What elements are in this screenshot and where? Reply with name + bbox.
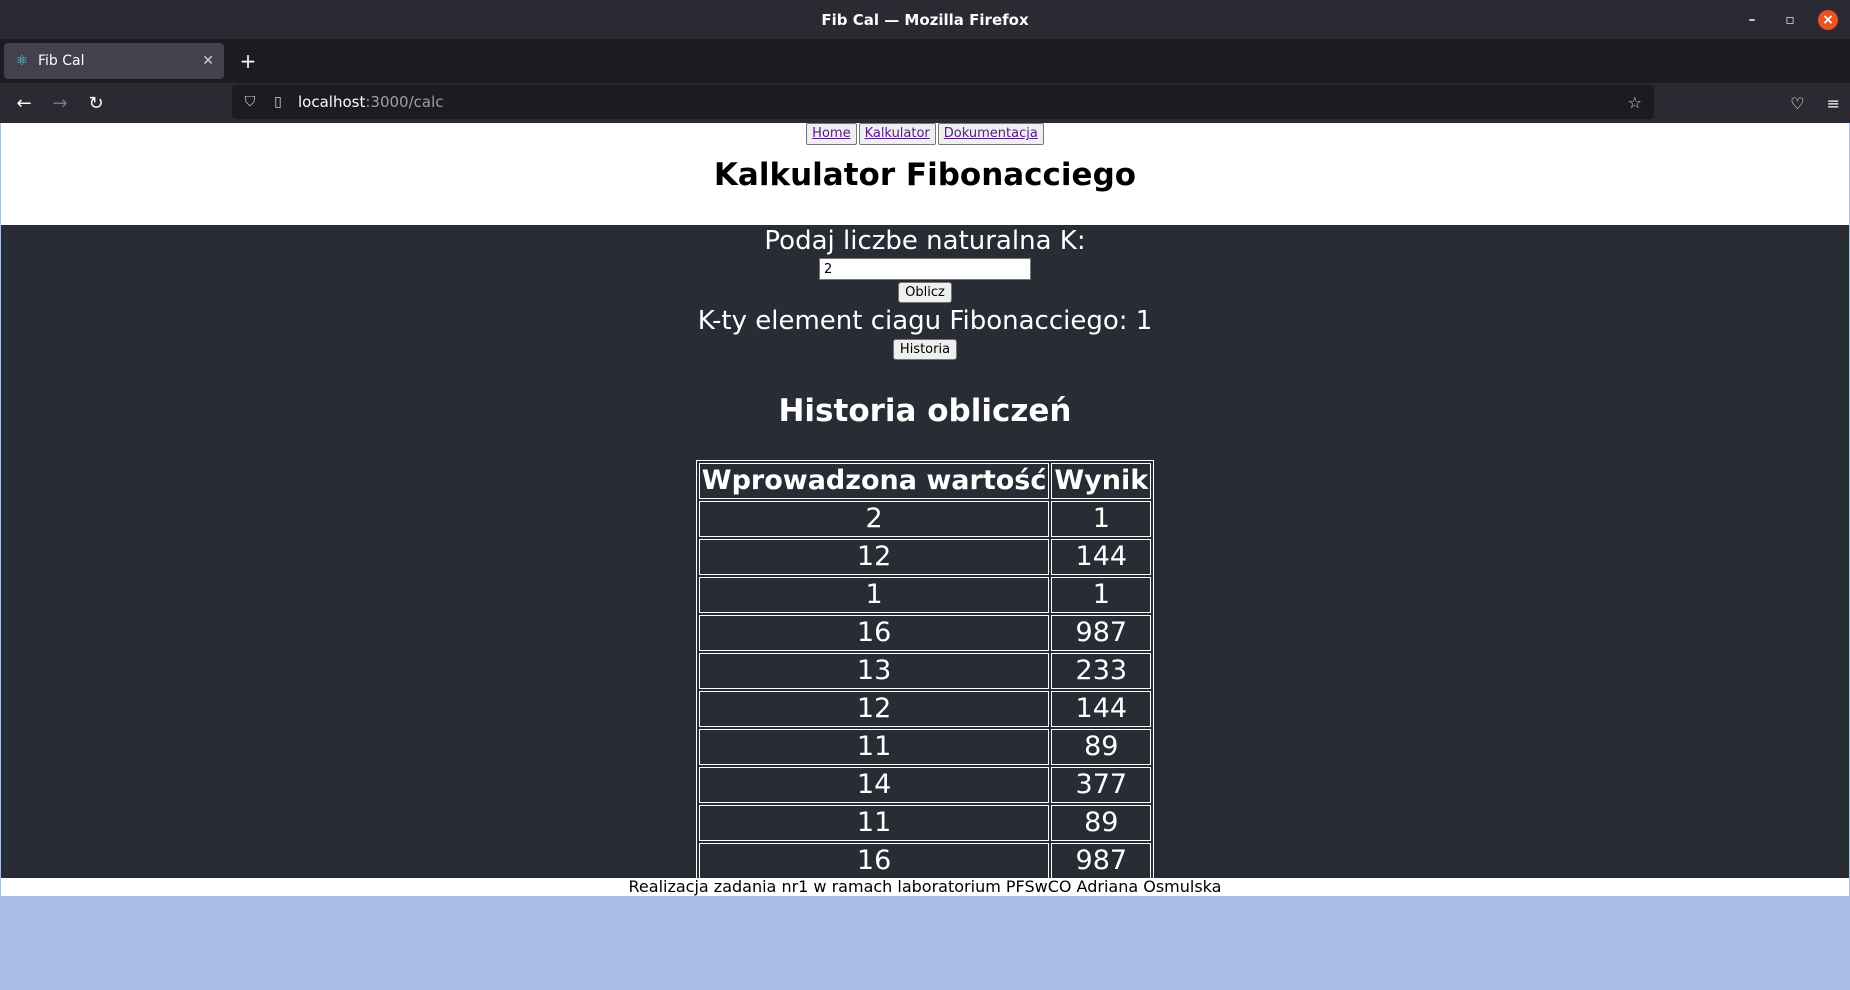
- cell-input-value: 12: [698, 691, 1050, 727]
- column-header-input: Wprowadzona wartość: [698, 463, 1050, 499]
- navigation-toolbar: ← → ↻ ⛉ ▯ localhost:3000/calc ☆ ♡ ≡: [0, 83, 1850, 123]
- window-titlebar: Fib Cal — Mozilla Firefox – ▫ ×: [0, 0, 1850, 39]
- k-input[interactable]: [819, 258, 1031, 280]
- forward-icon[interactable]: →: [42, 85, 78, 121]
- table-row: 12 144: [698, 691, 1152, 727]
- cell-result: 1: [1051, 577, 1152, 613]
- cell-input-value: 14: [698, 767, 1050, 803]
- cell-input-value: 16: [698, 843, 1050, 879]
- history-table: Wprowadzona wartość Wynik 2 1 12 144 1 1 16 987…: [695, 460, 1155, 882]
- tab-bar: ⚛ Fib Cal ✕ +: [0, 39, 1850, 83]
- pocket-icon[interactable]: ♡: [1790, 94, 1804, 113]
- cell-result: 144: [1051, 691, 1152, 727]
- table-row: 11 89: [698, 805, 1152, 841]
- cell-result: 987: [1051, 843, 1152, 879]
- close-tab-icon[interactable]: ✕: [202, 53, 214, 69]
- table-row: 13 233: [698, 653, 1152, 689]
- cell-input-value: 11: [698, 805, 1050, 841]
- table-row: 12 144: [698, 539, 1152, 575]
- url-host: localhost: [298, 93, 366, 111]
- cell-result: 89: [1051, 805, 1152, 841]
- menu-link-calculator[interactable]: Kalkulator: [858, 123, 936, 145]
- table-row: 16 987: [698, 843, 1152, 879]
- column-header-result: Wynik: [1051, 463, 1152, 499]
- page-viewport: Home Kalkulator Dokumentacja Kalkulator …: [0, 123, 1850, 990]
- history-title: Historia obliczeń: [778, 393, 1072, 429]
- react-favicon-icon: ⚛: [15, 53, 29, 69]
- menu-link-home[interactable]: Home: [806, 123, 857, 145]
- shield-icon[interactable]: ⛉: [242, 94, 258, 110]
- cell-result: 987: [1051, 615, 1152, 651]
- table-row: 14 377: [698, 767, 1152, 803]
- table-row: 21: [698, 501, 1152, 537]
- cell-input-value: 11: [698, 729, 1050, 765]
- table-row: 16 987: [698, 615, 1152, 651]
- cell-input-value: 1: [698, 577, 1050, 613]
- back-icon[interactable]: ←: [6, 85, 42, 121]
- table-header-row: Wprowadzona wartość Wynik: [698, 463, 1152, 499]
- cell-result: 233: [1051, 653, 1152, 689]
- page-title: Kalkulator Fibonacciego: [713, 157, 1137, 193]
- close-window-icon[interactable]: ×: [1818, 9, 1838, 30]
- menu-link-docs[interactable]: Dokumentacja: [937, 123, 1044, 145]
- window-title: Fib Cal — Mozilla Firefox: [821, 10, 1029, 29]
- cell-input-value: 2: [698, 501, 1050, 537]
- table-row: 11 89: [698, 729, 1152, 765]
- browser-tab[interactable]: ⚛ Fib Cal ✕: [4, 43, 224, 79]
- page-icon[interactable]: ▯: [270, 94, 286, 110]
- bookmark-star-icon[interactable]: ☆: [1628, 93, 1642, 112]
- cell-input-value: 12: [698, 539, 1050, 575]
- toolbar-right: ♡ ≡: [1790, 83, 1840, 123]
- cell-result: 377: [1051, 767, 1152, 803]
- reload-icon[interactable]: ↻: [78, 85, 114, 121]
- cell-result: 144: [1051, 539, 1152, 575]
- table-row: 11: [698, 577, 1152, 613]
- tab-title: Fib Cal: [38, 53, 85, 69]
- calculator-section: Podaj liczbe naturalna K: Oblicz K-ty el…: [1, 225, 1849, 882]
- cell-result: 89: [1051, 729, 1152, 765]
- calculate-button[interactable]: Oblicz: [898, 282, 952, 303]
- result-text: K-ty element ciagu Fibonacciego: 1: [697, 306, 1153, 336]
- menu-icon[interactable]: ≡: [1827, 94, 1840, 113]
- history-button[interactable]: Historia: [892, 339, 958, 360]
- url-bar[interactable]: ⛉ ▯ localhost:3000/calc ☆: [232, 85, 1654, 119]
- cell-input-value: 16: [698, 615, 1050, 651]
- restore-icon[interactable]: ▫: [1780, 10, 1800, 30]
- url-path: :3000/calc: [365, 93, 444, 111]
- cell-input-value: 13: [698, 653, 1050, 689]
- minimize-icon[interactable]: –: [1742, 10, 1762, 30]
- window-controls: – ▫ ×: [1742, 0, 1838, 39]
- new-tab-icon[interactable]: +: [236, 49, 260, 73]
- page-header: Home Kalkulator Dokumentacja Kalkulator …: [1, 123, 1849, 225]
- cell-result: 1: [1051, 501, 1152, 537]
- top-menu: Home Kalkulator Dokumentacja: [1, 123, 1849, 145]
- page-footer: Realizacja zadania nr1 w ramach laborato…: [1, 878, 1849, 896]
- input-prompt: Podaj liczbe naturalna K:: [764, 226, 1086, 256]
